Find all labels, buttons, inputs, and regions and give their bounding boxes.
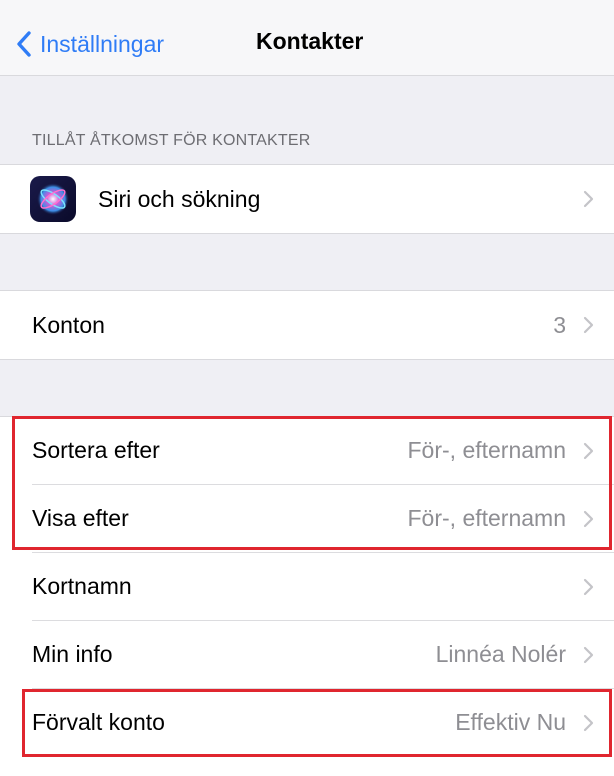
accounts-count: 3 <box>553 311 566 338</box>
section-header: TILLÅT ÅTKOMST FÖR KONTAKTER <box>32 132 311 149</box>
contact-settings-group: Sortera efter För-, efternamn Visa efter… <box>0 416 614 776</box>
default-account-row[interactable]: Förvalt konto Effektiv Nu <box>0 689 614 756</box>
chevron-right-icon <box>583 316 594 334</box>
display-order-row[interactable]: Visa efter För-, efternamn <box>0 485 614 552</box>
chevron-right-icon <box>583 190 594 208</box>
row-label: Förvalt konto <box>32 709 165 735</box>
row-label: Kortnamn <box>32 573 132 599</box>
row-label: Visa efter <box>32 505 129 531</box>
short-name-row[interactable]: Kortnamn <box>0 553 614 620</box>
accounts-row-label: Konton <box>32 311 105 338</box>
navigation-bar: Inställningar Kontakter <box>0 0 614 76</box>
chevron-right-icon <box>583 442 594 459</box>
row-value: Effektiv Nu <box>455 709 566 735</box>
back-button[interactable]: Inställningar <box>16 24 164 64</box>
row-label: Min info <box>32 641 113 667</box>
row-value: För-, efternamn <box>407 505 567 531</box>
chevron-right-icon <box>583 510 594 527</box>
row-label: Sortera efter <box>32 437 160 463</box>
siri-group: Siri och sökning <box>0 164 614 234</box>
siri-row-label: Siri och sökning <box>98 185 261 212</box>
page-title: Kontakter <box>256 28 364 54</box>
chevron-right-icon <box>583 714 594 731</box>
sort-order-row[interactable]: Sortera efter För-, efternamn <box>0 417 614 484</box>
chevron-right-icon <box>583 646 594 663</box>
siri-icon <box>30 176 76 222</box>
accounts-group: Konton 3 <box>0 290 614 360</box>
row-value: För-, efternamn <box>407 437 567 463</box>
chevron-right-icon <box>583 578 594 595</box>
siri-and-search-row[interactable]: Siri och sökning <box>0 165 614 233</box>
my-info-row[interactable]: Min info Linnéa Nolér <box>0 621 614 688</box>
back-label: Inställningar <box>40 30 165 57</box>
chevron-left-icon <box>17 31 31 57</box>
row-value: Linnéa Nolér <box>435 641 566 667</box>
accounts-row[interactable]: Konton 3 <box>0 291 614 359</box>
